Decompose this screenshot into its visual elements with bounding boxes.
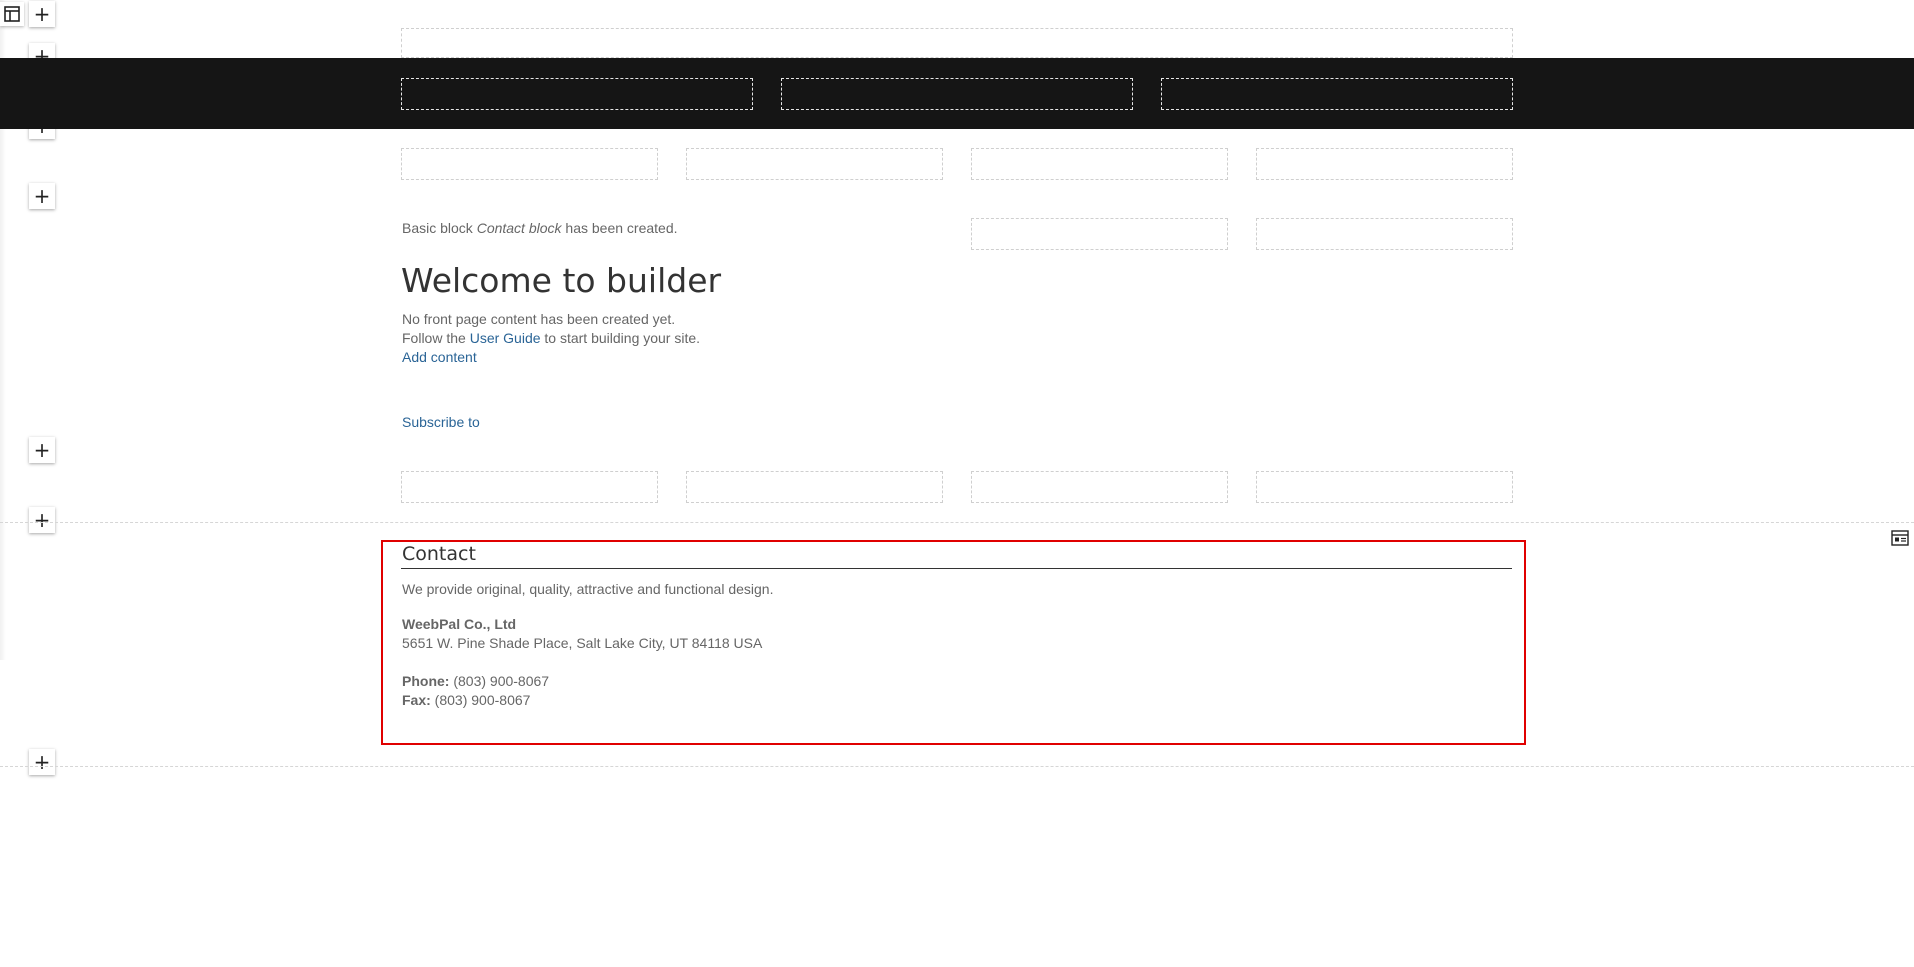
add-section-button[interactable]: + (29, 749, 55, 775)
phone-value: (803) 900-8067 (449, 673, 550, 689)
section-divider (0, 766, 1914, 767)
status-message: Basic block Contact block has been creat… (402, 219, 678, 238)
empty-region[interactable] (401, 471, 658, 503)
status-suffix: has been created. (561, 220, 678, 236)
contact-phone: Phone: (803) 900-8067 (402, 672, 549, 691)
empty-region[interactable] (781, 78, 1133, 110)
block-settings-icon[interactable] (1890, 529, 1910, 547)
follow-guide-text: Follow the User Guide to start building … (402, 329, 700, 348)
add-section-button[interactable]: + (29, 507, 55, 533)
no-content-text: No front page content has been created y… (402, 311, 676, 327)
empty-region[interactable] (1256, 218, 1513, 250)
section-divider (0, 522, 1914, 523)
layout-icon[interactable] (0, 2, 24, 26)
user-guide-link[interactable]: User Guide (470, 330, 541, 346)
follow-suffix: to start building your site. (540, 330, 701, 346)
contact-title: Contact (402, 543, 476, 565)
phone-label: Phone: (402, 673, 450, 689)
empty-region[interactable] (971, 148, 1228, 180)
contact-address: 5651 W. Pine Shade Place, Salt Lake City… (402, 635, 763, 651)
follow-prefix: Follow the (402, 330, 470, 346)
empty-region[interactable] (401, 28, 1513, 58)
contact-description: We provide original, quality, attractive… (402, 581, 774, 597)
add-section-button[interactable]: + (29, 183, 55, 209)
empty-region[interactable] (1161, 78, 1513, 110)
contact-company: WeebPal Co., Ltd (402, 616, 517, 632)
status-prefix: Basic block (402, 220, 477, 236)
empty-region[interactable] (686, 471, 943, 503)
empty-region[interactable] (1256, 148, 1513, 180)
empty-region[interactable] (401, 148, 658, 180)
add-section-button[interactable]: + (29, 437, 55, 463)
empty-region[interactable] (686, 148, 943, 180)
empty-region[interactable] (971, 218, 1228, 250)
subscribe-link[interactable]: Subscribe to (402, 413, 480, 432)
page-title: Welcome to builder (401, 261, 722, 300)
contact-fax: Fax: (803) 900-8067 (402, 691, 530, 710)
fax-label: Fax: (402, 692, 431, 708)
contact-title-underline (401, 568, 1512, 569)
empty-region[interactable] (1256, 471, 1513, 503)
add-section-button[interactable]: + (29, 1, 55, 27)
status-block-name: Contact block (476, 220, 562, 236)
fax-value: (803) 900-8067 (430, 692, 531, 708)
add-content-link[interactable]: Add content (402, 348, 477, 367)
empty-region[interactable] (971, 471, 1228, 503)
empty-region[interactable] (401, 78, 753, 110)
